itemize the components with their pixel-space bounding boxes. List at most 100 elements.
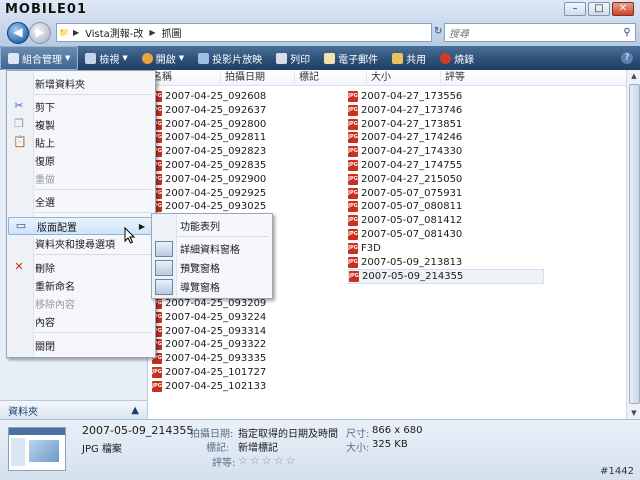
close-window-button[interactable]: ✕ [612,2,634,16]
menu-paste[interactable]: 📋 貼上 [7,134,155,150]
column-rating[interactable]: 評等 [440,71,465,84]
submenu-preview-pane[interactable]: 預覽窗格 [152,259,272,276]
chevron-down-icon: ▼ [65,54,71,62]
file-item[interactable]: JPG 2007-04-25_092811 [152,131,266,144]
menu-select-all[interactable]: 全選 [7,193,155,209]
file-item[interactable]: JPG 2007-04-27_215050 [348,173,462,186]
file-item[interactable]: JPG 2007-04-27_173746 [348,104,462,117]
print-label: 列印 [290,54,311,66]
scroll-down-icon[interactable]: ▼ [627,407,640,419]
file-item[interactable]: JPG 2007-04-25_093322 [152,338,266,351]
file-item[interactable]: JPG 2007-05-07_080811 [348,200,462,213]
menu-properties-label: 內容 [35,317,55,329]
navigation-pane-icon [155,278,173,295]
file-item[interactable]: JPG 2007-04-27_174246 [348,131,462,144]
views-button[interactable]: 檢視 ▼ [78,47,134,69]
file-name: 2007-04-27_173851 [361,118,463,130]
menu-undo[interactable]: 復原 [7,152,155,168]
file-item[interactable]: JPG 2007-04-25_093025 [152,200,266,213]
menu-separator [35,332,151,333]
file-name: 2007-04-25_093209 [165,298,267,309]
column-tags[interactable]: 標記 [294,71,319,84]
file-item[interactable]: JPG 2007-04-27_173556 [348,90,462,103]
menu-close[interactable]: 關閉 [7,337,155,353]
file-item[interactable]: JPG 2007-04-25_092823 [152,145,266,158]
file-name: 2007-04-27_215050 [361,173,463,185]
open-button[interactable]: 開啟 ▼ [135,47,191,69]
share-button[interactable]: 共用 [385,47,433,69]
menu-copy[interactable]: ❐ 複製 [7,116,155,132]
slideshow-button[interactable]: 投影片放映 [191,47,269,69]
submenu-details-pane-label: 詳細資料窗格 [180,245,240,256]
file-item[interactable]: JPG 2007-04-27_174755 [348,159,462,172]
file-name: 2007-04-25_093322 [165,339,267,351]
file-name: 2007-04-25_092637 [165,104,267,116]
file-item[interactable]: JPG 2007-04-25_093335 [152,352,266,365]
file-item[interactable]: JPG 2007-04-25_093314 [152,325,266,338]
file-item[interactable]: JPG 2007-05-07_075931 [348,187,462,200]
help-button[interactable]: ? [614,47,640,69]
file-item[interactable]: JPG 2007-04-27_173851 [348,118,462,131]
column-size[interactable]: 大小 [366,71,391,84]
details-date-value[interactable]: 指定取得的日期及時間 [238,425,338,440]
chevron-up-icon: ▲ [131,404,139,416]
breadcrumb-screenshots[interactable]: 抓圖 [158,25,186,40]
column-date-taken[interactable]: 拍攝日期 [220,71,265,84]
menu-remove-properties[interactable]: 移除內容 [7,295,155,311]
file-item[interactable]: JPG 2007-04-25_102133 [152,380,266,393]
file-item[interactable]: JPG 2007-04-27_174330 [348,145,462,158]
menu-rename[interactable]: 重新命名 [7,277,155,293]
menu-properties[interactable]: 內容 [7,313,155,329]
menu-redo[interactable]: 重做 [7,170,155,186]
rating-stars[interactable]: ☆☆☆☆☆ [238,454,297,467]
address-bar[interactable]: 📁 ▶ Vista測報-改 ▶ 抓圖 [56,23,432,42]
organize-menu: 新增資料夾 ✂ 剪下 ❐ 複製 📋 貼上 復原 重做 全選 ▭ 版面配置 ▶ 資… [6,70,156,358]
scroll-thumb[interactable] [629,84,640,404]
file-item[interactable]: JPG F3D [348,242,381,255]
submenu-navigation-pane[interactable]: 導覽窗格 [152,278,272,295]
search-icon[interactable]: ⚲ [619,27,635,38]
menu-undo-label: 復原 [35,156,55,168]
jpg-file-icon: JPG [348,256,358,268]
minimize-button[interactable]: – [564,2,586,16]
post-tag: #1442 [600,466,634,477]
file-item[interactable]: JPG 2007-04-25_101727 [152,366,266,379]
file-item[interactable]: JPG 2007-04-25_092608 [152,90,266,103]
menu-cut[interactable]: ✂ 剪下 [7,98,155,114]
file-item[interactable]: JPG 2007-04-25_092637 [152,104,266,117]
file-item[interactable]: JPG 2007-05-07_081412 [348,214,462,227]
file-item[interactable]: JPG 2007-05-09_214355 [348,269,544,285]
forward-button[interactable]: ▶ [29,22,51,44]
organize-label: 組合管理 [22,54,62,66]
chevron-down-icon: ▼ [122,54,128,62]
refresh-icon[interactable]: ↻ [434,23,444,40]
file-item[interactable]: JPG 2007-04-25_093224 [152,311,266,324]
file-item[interactable]: JPG 2007-04-25_092800 [152,118,266,131]
file-item[interactable]: JPG 2007-05-09_213813 [348,256,462,269]
details-tags-value[interactable]: 新增標記 [238,439,278,454]
search-input[interactable]: 搜尋 ⚲ [444,23,636,42]
file-name: 2007-05-07_075931 [361,187,463,199]
layout-icon: ▭ [15,219,27,232]
menu-delete[interactable]: ✕ 刪除 [7,259,155,275]
back-button[interactable]: ◀ [7,22,29,44]
email-button[interactable]: 電子郵件 [317,47,385,69]
burn-button[interactable]: 燒錄 [433,47,481,69]
jpg-file-icon: JPG [152,380,162,392]
submenu-details-pane[interactable]: 詳細資料窗格 [152,240,272,257]
folders-toggle[interactable]: 資料夾 ▲ [0,400,147,419]
organize-button[interactable]: 組合管理 ▼ [0,46,79,70]
breadcrumb-vista[interactable]: Vista測報-改 [81,25,147,40]
submenu-menu-bar[interactable]: 功能表列 [152,217,272,234]
mobile01-watermark: MOBILE01 [5,2,87,17]
file-item[interactable]: JPG 2007-05-07_081430 [348,228,462,241]
file-item[interactable]: JPG 2007-04-25_092900 [152,173,266,186]
maximize-button[interactable]: □ [588,2,610,16]
menu-new-folder[interactable]: 新增資料夾 [7,75,155,91]
file-item[interactable]: JPG 2007-04-25_092925 [152,187,266,200]
scroll-up-icon[interactable]: ▲ [627,70,640,82]
file-item[interactable]: JPG 2007-04-25_092835 [152,159,266,172]
vertical-scrollbar[interactable]: ▲ ▼ [626,70,640,419]
jpg-file-icon: JPG [348,215,358,227]
print-button[interactable]: 列印 [269,47,317,69]
